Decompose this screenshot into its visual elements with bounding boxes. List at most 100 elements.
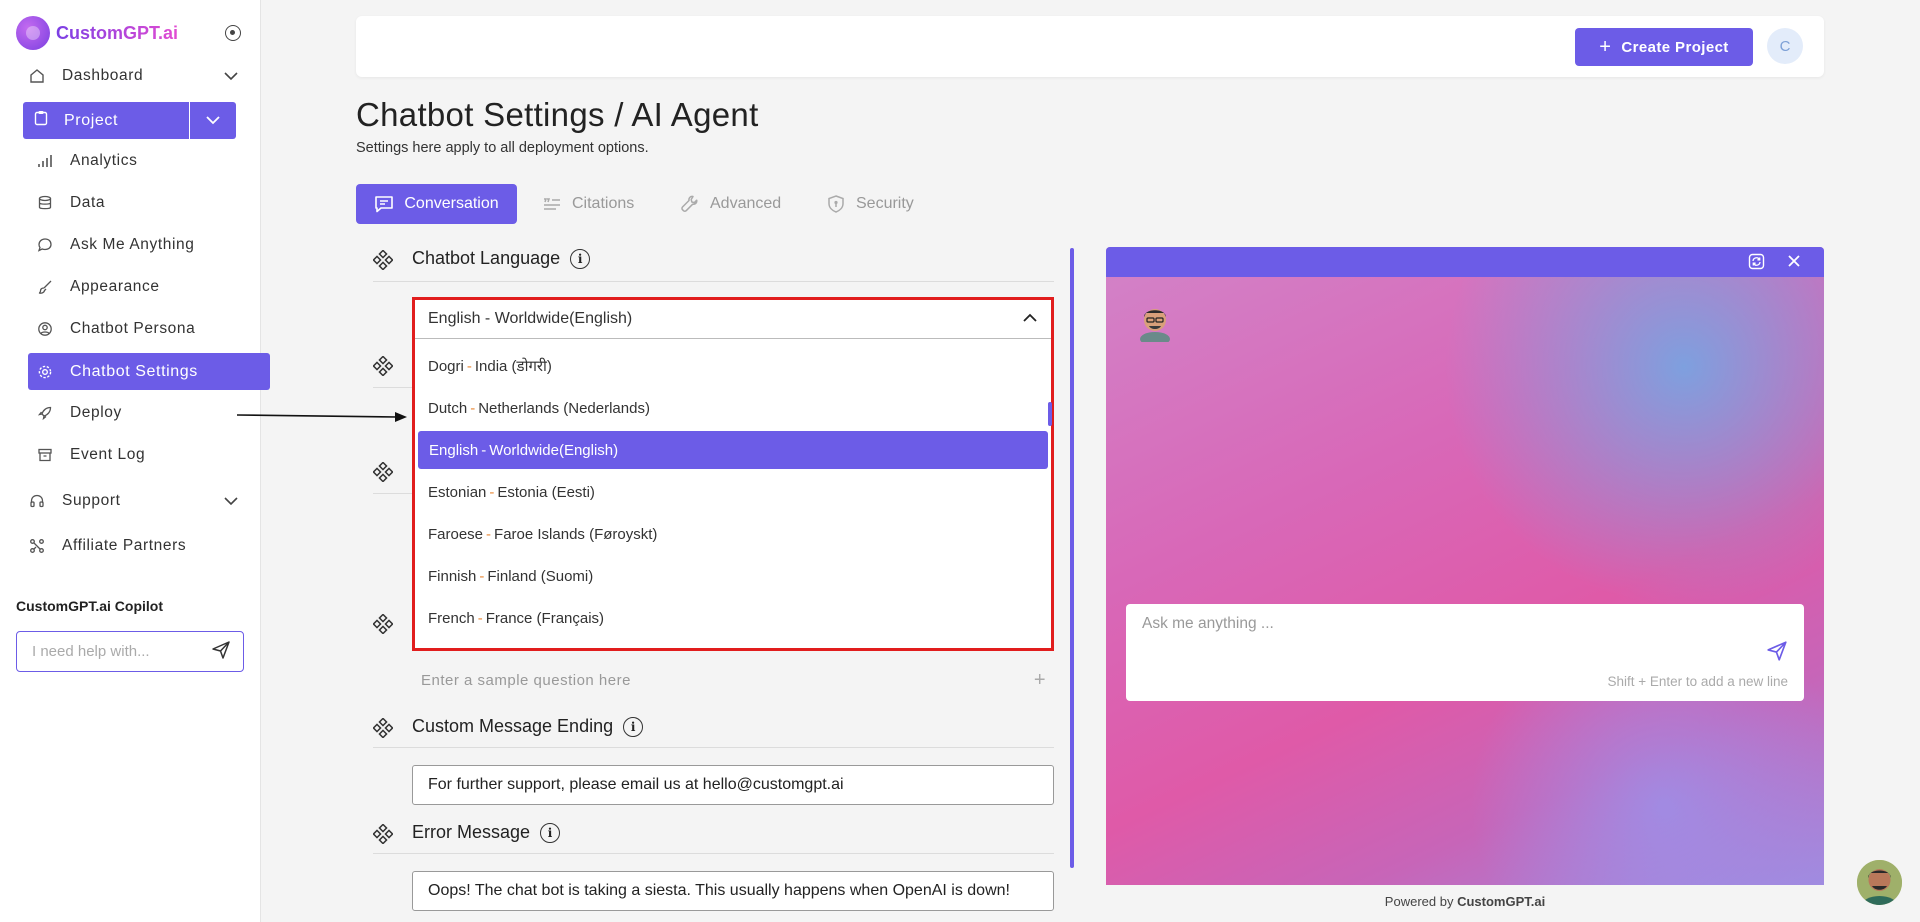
language-option[interactable]: Dutch - Netherlands (Nederlands): [417, 389, 1048, 427]
project-dropdown-toggle[interactable]: [190, 102, 236, 139]
headset-icon: [28, 492, 46, 510]
send-icon[interactable]: [211, 640, 231, 664]
form-scrollbar[interactable]: [1070, 248, 1074, 868]
brush-icon: [36, 278, 54, 296]
tab-advanced[interactable]: Advanced: [680, 184, 781, 224]
sidebar-item-chatbot-settings[interactable]: Chatbot Settings: [28, 353, 270, 390]
info-icon[interactable]: i: [570, 248, 591, 269]
sidebar-item-support[interactable]: Support: [28, 484, 238, 518]
chevron-up-icon: [1023, 310, 1037, 328]
user-avatar[interactable]: C: [1767, 28, 1803, 64]
language-option[interactable]: Estonian - Estonia (Eesti): [417, 473, 1048, 511]
chat-preview: Ask me anything ... Shift + Enter to add…: [1106, 247, 1824, 885]
network-icon: [28, 537, 46, 555]
dropdown-scrollbar[interactable]: [1048, 402, 1052, 426]
option-lang: English: [429, 441, 479, 459]
sidebar-item-analytics[interactable]: Analytics: [36, 144, 236, 178]
custom-message-ending-label: Custom Message Ending i: [412, 716, 644, 737]
language-option[interactable]: French - France (Français): [417, 599, 1048, 637]
quote-list-icon: [542, 196, 562, 212]
chevron-down-icon: [224, 493, 238, 509]
sidebar-item-label: Deploy: [70, 404, 122, 421]
option-region: France (Français): [485, 609, 605, 627]
sidebar-item-label: Dashboard: [62, 67, 144, 84]
tab-conversation[interactable]: Conversation: [356, 184, 517, 224]
chat-input-hint: Shift + Enter to add a new line: [1607, 674, 1789, 689]
sidebar-item-event-log[interactable]: Event Log: [36, 438, 236, 472]
drag-handle-icon[interactable]: [373, 824, 393, 844]
project-button[interactable]: Project: [23, 102, 189, 139]
language-option[interactable]: Dogri - India (डोगरी): [417, 347, 1048, 385]
option-lang: Estonian: [428, 483, 487, 501]
sidebar-item-label: Analytics: [70, 152, 138, 169]
option-lang: Finnish: [428, 567, 477, 585]
language-option[interactable]: Faroese - Faroe Islands (Føroyskt): [417, 515, 1048, 553]
tab-citations[interactable]: Citations: [542, 184, 634, 224]
sidebar-item-label: Event Log: [70, 446, 146, 463]
copilot-input[interactable]: I need help with...: [16, 631, 244, 672]
drag-handle-icon[interactable]: [373, 356, 393, 376]
section-divider: [373, 281, 1054, 282]
section-divider: [373, 493, 413, 494]
sidebar-item-label: Appearance: [70, 278, 160, 295]
language-dropdown[interactable]: English - Worldwide(English) Dogri - India…: [412, 297, 1054, 651]
powered-prefix: Powered by: [1384, 894, 1454, 909]
chevron-down-icon: [206, 112, 220, 130]
support-chat-avatar[interactable]: [1857, 860, 1902, 905]
copilot-placeholder: I need help with...: [32, 643, 150, 660]
option-region: India (डोगरी): [474, 358, 552, 375]
page-title: Chatbot Settings / AI Agent: [356, 96, 759, 133]
sidebar-item-affiliate-partners[interactable]: Affiliate Partners: [28, 529, 238, 563]
send-icon[interactable]: [1766, 640, 1788, 667]
shield-icon: [826, 194, 846, 214]
tab-label: Citations: [572, 195, 635, 212]
drag-handle-icon[interactable]: [373, 614, 393, 634]
option-lang: French: [428, 609, 475, 627]
drag-handle-icon[interactable]: [373, 462, 393, 482]
close-icon[interactable]: [1786, 253, 1802, 274]
chatbot-language-label: Chatbot Language i: [412, 248, 591, 269]
tab-security[interactable]: Security: [826, 184, 914, 224]
tab-label: Security: [856, 195, 914, 212]
section-label-text: Error Message: [412, 822, 531, 842]
custom-message-ending-field[interactable]: For further support, please email us at …: [412, 765, 1054, 805]
gear-icon: [36, 364, 54, 380]
project-label: Project: [64, 111, 118, 129]
page-subtitle: Settings here apply to all deployment op…: [356, 140, 649, 156]
create-project-button[interactable]: + Create Project: [1575, 28, 1753, 66]
chat-input[interactable]: Ask me anything ... Shift + Enter to add…: [1126, 604, 1804, 701]
option-region: Worldwide(English): [489, 441, 619, 459]
chat-bubble-icon: [36, 236, 54, 254]
logo-icon: [16, 16, 50, 50]
drag-handle-icon[interactable]: [373, 250, 393, 270]
sidebar-item-label: Ask Me Anything: [70, 236, 195, 253]
refresh-icon[interactable]: [1748, 253, 1765, 275]
powered-brand[interactable]: CustomGPT.ai: [1457, 894, 1545, 909]
error-message-field[interactable]: Oops! The chat bot is taking a siesta. T…: [412, 871, 1054, 911]
bot-avatar: [1140, 309, 1170, 342]
option-lang: Dutch: [428, 399, 468, 417]
sidebar-item-chatbot-persona[interactable]: Chatbot Persona: [36, 312, 236, 346]
add-question-icon[interactable]: +: [1034, 669, 1046, 692]
sidebar-item-deploy[interactable]: Deploy: [36, 396, 236, 430]
sidebar-item-data[interactable]: Data: [36, 186, 236, 220]
sidebar-item-dashboard[interactable]: Dashboard: [28, 59, 238, 93]
language-option-selected[interactable]: English - Worldwide(English): [418, 431, 1048, 469]
option-lang: Dogri: [428, 357, 464, 375]
sample-question-input[interactable]: Enter a sample question here +: [421, 669, 1046, 691]
info-icon[interactable]: i: [540, 822, 561, 843]
sidebar-collapse-button[interactable]: [225, 25, 241, 41]
plus-icon: +: [1599, 35, 1612, 58]
info-icon[interactable]: i: [623, 716, 644, 737]
language-option[interactable]: Finnish - Finland (Suomi): [417, 557, 1048, 595]
chevron-down-icon: [224, 68, 238, 84]
sidebar-item-ask-me-anything[interactable]: Ask Me Anything: [36, 228, 236, 262]
drag-handle-icon[interactable]: [373, 718, 393, 738]
option-region: Estonia (Eesti): [497, 483, 595, 501]
language-select[interactable]: English - Worldwide(English): [415, 300, 1051, 339]
sidebar-item-label: Affiliate Partners: [62, 537, 187, 554]
support-avatar-icon: [1857, 860, 1902, 905]
bar-chart-icon: [36, 152, 54, 170]
sidebar-item-label: Chatbot Persona: [70, 320, 196, 337]
sidebar-item-appearance[interactable]: Appearance: [36, 270, 236, 304]
